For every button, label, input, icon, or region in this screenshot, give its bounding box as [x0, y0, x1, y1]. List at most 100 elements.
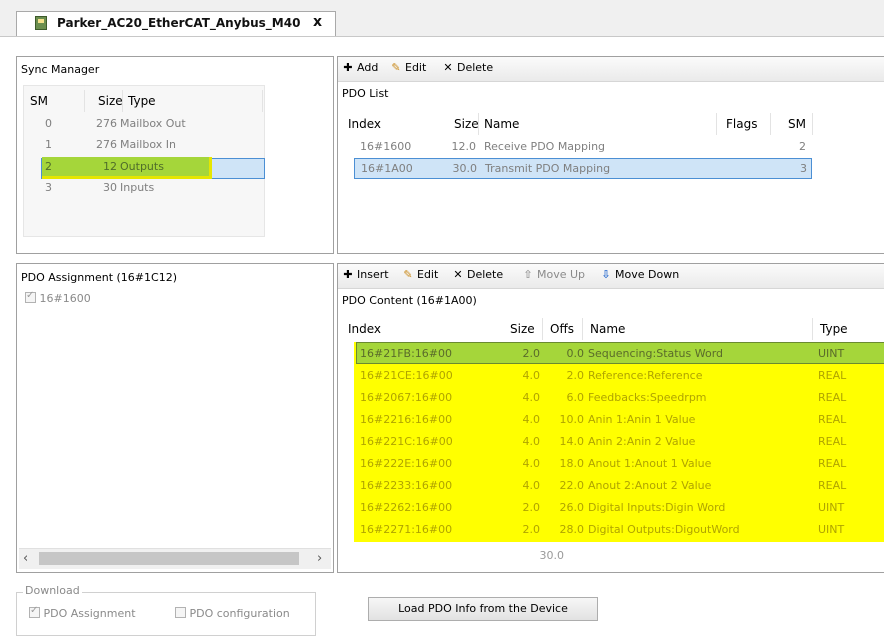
move-down-button[interactable]: ⇩ Move Down	[600, 268, 679, 281]
edit-button[interactable]: ✎ Edit	[390, 61, 426, 74]
sm-column-header[interactable]: SM	[788, 117, 806, 131]
pdo-assignment-item[interactable]: 16#1600	[25, 290, 91, 305]
offs-cell: 10.0	[559, 413, 585, 426]
sync-manager-row[interactable]: 1 276 Mailbox In	[23, 136, 263, 156]
index-column-header[interactable]: Index	[348, 322, 381, 336]
pdo-assignment-download-checkbox[interactable]	[29, 605, 40, 618]
index-cell: 16#21FB:16#00	[360, 347, 453, 360]
type-cell: REAL	[818, 479, 847, 492]
name-cell: Feedbacks:Speedrpm	[588, 391, 707, 404]
pdo-list-panel: ✚ Add ✎ Edit ✕ Delete PDO List Index Size N…	[337, 56, 884, 254]
type-column-header[interactable]: Type	[820, 322, 848, 336]
sync-manager-row[interactable]: 0 276 Mailbox Out	[23, 115, 263, 135]
size-cell: 4.0	[522, 391, 541, 404]
pdo-assignment-checkbox[interactable]	[25, 290, 36, 303]
pdo-assignment-download-option[interactable]: PDO Assignment	[29, 605, 136, 620]
type-cell: Mailbox In	[120, 138, 176, 151]
size-column-header[interactable]: Size	[510, 322, 535, 336]
pdo-content-row[interactable]: 16#2262:16#00 2.0 26.0 Digital Inputs:Digin…	[354, 497, 884, 519]
move-up-button[interactable]: ⇧ Move Up	[522, 268, 585, 281]
pdo-content-row[interactable]: 16#21CE:16#00 4.0 2.0 Reference:Reference RE…	[354, 365, 884, 387]
name-cell: Anin 1:Anin 1 Value	[588, 413, 696, 426]
add-button[interactable]: ✚ Add	[342, 61, 378, 74]
type-cell: REAL	[818, 435, 847, 448]
name-column-header[interactable]: Name	[590, 322, 625, 336]
pdo-content-row[interactable]: 16#2271:16#00 2.0 28.0 Digital Outputs:Digo…	[354, 519, 884, 541]
edit-icon: ✎	[391, 61, 401, 74]
index-cell: 16#2271:16#00	[360, 523, 453, 536]
sm-cell: 3	[800, 162, 807, 175]
pdo-list-row[interactable]: 16#1600 12.0 Receive PDO Mapping 2	[354, 137, 812, 157]
pdo-list-row[interactable]: 16#1A00 30.0 Transmit PDO Mapping 3	[354, 158, 812, 179]
type-column-header[interactable]: Type	[128, 94, 156, 108]
pdo-content-row[interactable]: 16#221C:16#00 4.0 14.0 Anin 2:Anin 2 Value R…	[354, 431, 884, 453]
size-cell: 4.0	[522, 369, 541, 382]
editor-tab-icon	[35, 16, 47, 30]
pdo-content-row[interactable]: 16#21FB:16#00 2.0 0.0 Sequencing:Status Wor…	[354, 343, 884, 365]
pdo-configuration-download-label: PDO configuration	[189, 607, 290, 620]
type-cell: REAL	[818, 369, 847, 382]
sm-cell: 2	[799, 140, 806, 153]
offs-cell: 0.0	[566, 347, 585, 360]
edit-button[interactable]: ✎ Edit	[402, 268, 438, 281]
sm-column-header[interactable]: SM	[30, 94, 48, 108]
index-column-header[interactable]: Index	[348, 117, 381, 131]
size-cell: 4.0	[522, 479, 541, 492]
pdo-content-row[interactable]: 16#222E:16#00 4.0 18.0 Anout 1:Anout 1 Valu…	[354, 453, 884, 475]
delete-button[interactable]: ✕ Delete	[452, 268, 503, 281]
size-cell: 12.0	[451, 140, 477, 153]
offs-column-header[interactable]: Offs	[550, 322, 574, 336]
delete-label: Delete	[467, 268, 504, 281]
size-cell: 30.0	[452, 162, 478, 175]
scroll-right-icon[interactable]: ›	[317, 551, 322, 566]
pdo-content-toolbar: ✚ Insert ✎ Edit ✕ Delete ⇧ Move Up ⇩ Move Dow…	[338, 264, 884, 289]
flags-column-header[interactable]: Flags	[726, 117, 757, 131]
pdo-content-row[interactable]: 16#2067:16#00 4.0 6.0 Feedbacks:Speedrpm REA…	[354, 387, 884, 409]
delete-icon: ✕	[443, 61, 453, 74]
move-up-label: Move Up	[537, 268, 586, 281]
scrollbar-thumb[interactable]	[39, 552, 299, 565]
size-cell: 4.0	[522, 435, 541, 448]
pdo-content-row[interactable]: 16#2216:16#00 4.0 10.0 Anin 1:Anin 1 Value R…	[354, 409, 884, 431]
pdo-content-title: PDO Content (16#1A00)	[342, 294, 477, 307]
pdo-configuration-download-option[interactable]: PDO configuration	[175, 607, 290, 620]
close-icon[interactable]: x	[313, 14, 322, 30]
move-down-label: Move Down	[615, 268, 680, 281]
horizontal-scrollbar[interactable]: ‹ ›	[19, 548, 331, 569]
size-column-header[interactable]: Size	[454, 117, 479, 131]
pdo-content-row[interactable]: 16#2233:16#00 4.0 22.0 Anout 2:Anout 2 Valu…	[354, 475, 884, 497]
name-cell: Anout 1:Anout 1 Value	[588, 457, 712, 470]
offs-cell: 14.0	[559, 435, 585, 448]
download-group: Download PDO Assignment PDO configuratio…	[16, 584, 316, 636]
pdo-configuration-download-checkbox[interactable]	[175, 607, 186, 618]
offs-cell: 18.0	[559, 457, 585, 470]
name-cell: Reference:Reference	[588, 369, 703, 382]
name-cell: Receive PDO Mapping	[484, 140, 606, 153]
editor-tab-bar: Parker_AC20_EtherCAT_Anybus_M40 x	[0, 0, 884, 37]
editor-tab[interactable]: Parker_AC20_EtherCAT_Anybus_M40 x	[16, 11, 336, 36]
size-cell: 30	[103, 181, 117, 194]
size-column-header[interactable]: Size	[98, 94, 123, 108]
index-cell: 16#2262:16#00	[360, 501, 453, 514]
scroll-left-icon[interactable]: ‹	[23, 551, 28, 566]
editor-tab-title: Parker_AC20_EtherCAT_Anybus_M40	[57, 16, 301, 30]
insert-button[interactable]: ✚ Insert	[342, 268, 388, 281]
name-cell: Transmit PDO Mapping	[485, 162, 611, 175]
name-column-header[interactable]: Name	[484, 117, 519, 131]
size-cell: 276	[96, 138, 117, 151]
sm-cell: 2	[45, 160, 52, 173]
sm-cell: 3	[45, 181, 52, 194]
size-cell: 4.0	[522, 457, 541, 470]
index-cell: 16#2233:16#00	[360, 479, 453, 492]
pdo-assignment-panel: PDO Assignment (16#1C12) 16#1600 ‹ ›	[16, 263, 334, 573]
load-pdo-info-button[interactable]: Load PDO Info from the Device	[368, 597, 598, 621]
type-cell: Mailbox Out	[120, 117, 186, 130]
index-cell: 16#222E:16#00	[360, 457, 453, 470]
total-size: 30.0	[539, 549, 565, 562]
delete-button[interactable]: ✕ Delete	[442, 61, 493, 74]
sync-manager-row[interactable]: 3 30 Inputs	[23, 178, 263, 198]
index-cell: 16#221C:16#00	[360, 435, 453, 448]
sync-manager-row[interactable]: 2 12 Outputs	[23, 157, 263, 177]
move-up-icon: ⇧	[523, 268, 533, 281]
type-cell: REAL	[818, 457, 847, 470]
